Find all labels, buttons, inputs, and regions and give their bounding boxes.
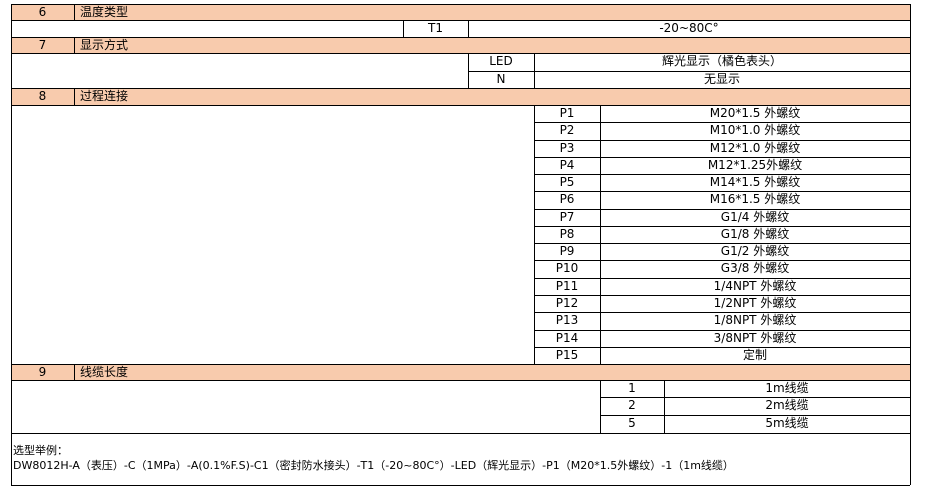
connection-code: P10 — [555, 261, 579, 276]
connection-desc: 1/8NPT 外螺纹 — [713, 313, 797, 328]
cable-desc: 2m线缆 — [765, 398, 809, 413]
display-code-led: LED — [489, 54, 513, 68]
grid-line — [534, 139, 910, 141]
connection-desc: M12*1.25外螺纹 — [707, 157, 803, 172]
connection-code: P5 — [559, 175, 575, 190]
example-label: 选型举例： — [13, 444, 68, 457]
grid-line — [11, 37, 910, 38]
display-desc-led: 辉光显示（橘色表头） — [661, 54, 782, 68]
connection-code: P7 — [559, 209, 575, 224]
connection-code: P2 — [559, 123, 575, 138]
grid-line — [534, 122, 910, 124]
grid-line — [74, 88, 75, 105]
grid-line — [403, 20, 404, 37]
grid-line — [600, 380, 601, 433]
connection-desc: G1/4 外螺纹 — [720, 209, 790, 224]
section-8-number: 8 — [38, 89, 47, 103]
connection-code: P13 — [555, 313, 579, 328]
cable-desc: 5m线缆 — [765, 415, 809, 430]
connection-desc: 1/4NPT 外螺纹 — [713, 278, 797, 293]
grid-line — [534, 191, 910, 193]
temperature-code: T1 — [428, 21, 443, 35]
grid-line — [534, 105, 535, 364]
section-6-title: 温度类型 — [80, 5, 129, 19]
connection-desc: M20*1.5 外螺纹 — [709, 106, 801, 120]
cable-code: 1 — [628, 381, 636, 395]
grid-line — [11, 433, 910, 434]
grid-line — [600, 397, 910, 398]
grid-line — [468, 53, 469, 88]
connection-code: P3 — [559, 140, 575, 155]
connection-desc: 1/2NPT 外螺纹 — [713, 295, 797, 310]
grid-line — [534, 243, 910, 245]
grid-line — [534, 208, 910, 210]
connection-code: P14 — [555, 330, 579, 345]
grid-line — [600, 415, 910, 416]
grid-line — [11, 485, 910, 486]
connection-desc: 定制 — [742, 347, 767, 362]
section-7-title: 显示方式 — [80, 38, 129, 52]
grid-line — [74, 364, 75, 380]
connection-desc: M12*1.0 外螺纹 — [709, 140, 801, 155]
grid-line — [534, 329, 910, 331]
grid-line — [11, 88, 910, 89]
grid-line — [11, 4, 12, 485]
grid-line — [11, 53, 910, 54]
grid-line — [11, 4, 910, 5]
grid-line — [534, 277, 910, 279]
grid-line — [910, 4, 911, 485]
connection-code: P12 — [555, 295, 579, 310]
connection-code: P11 — [555, 278, 579, 293]
grid-line — [600, 105, 601, 364]
connection-code: P6 — [559, 192, 575, 207]
connection-code: P4 — [559, 157, 575, 172]
section-9-number: 9 — [38, 365, 47, 379]
section-8-title: 过程连接 — [80, 89, 129, 103]
grid-line — [534, 174, 910, 176]
grid-line — [534, 312, 910, 314]
temperature-desc: -20~80C° — [659, 21, 719, 35]
connection-desc: M10*1.0 外螺纹 — [709, 123, 801, 138]
grid-line — [534, 294, 910, 296]
cable-code: 5 — [628, 415, 636, 430]
connection-desc: G1/2 外螺纹 — [720, 244, 790, 259]
grid-line — [534, 225, 910, 227]
grid-line — [664, 380, 665, 433]
section-6-number: 6 — [38, 5, 47, 19]
connection-desc: G1/8 外螺纹 — [720, 226, 790, 241]
example-text: DW8012H-A（表压）-C（1MPa）-A(0.1%F.S)-C1（密封防水… — [13, 459, 734, 472]
connection-code: P8 — [559, 226, 575, 241]
grid-line — [11, 364, 910, 365]
connection-desc: M16*1.5 外螺纹 — [709, 192, 801, 207]
grid-line — [534, 53, 535, 88]
grid-line — [11, 105, 910, 106]
cable-code: 2 — [628, 398, 636, 413]
grid-line — [74, 4, 75, 20]
section-7-number: 7 — [38, 38, 47, 52]
grid-line — [11, 380, 910, 381]
connection-desc: M14*1.5 外螺纹 — [709, 175, 801, 190]
grid-line — [534, 346, 910, 348]
connection-desc: G3/8 外螺纹 — [720, 261, 790, 276]
grid-line — [534, 260, 910, 262]
connection-code: P15 — [555, 347, 579, 362]
connection-desc: 3/8NPT 外螺纹 — [713, 330, 797, 345]
grid-line — [74, 37, 75, 53]
section-9-title: 线缆长度 — [80, 365, 129, 379]
grid-line — [468, 20, 469, 37]
grid-line — [534, 156, 910, 158]
display-desc-n: 无显示 — [703, 72, 740, 86]
connection-code: P1 — [559, 106, 575, 120]
connection-code: P9 — [559, 244, 575, 259]
display-code-n: N — [496, 72, 506, 86]
grid-line — [11, 20, 910, 21]
cable-desc: 1m线缆 — [765, 381, 809, 395]
